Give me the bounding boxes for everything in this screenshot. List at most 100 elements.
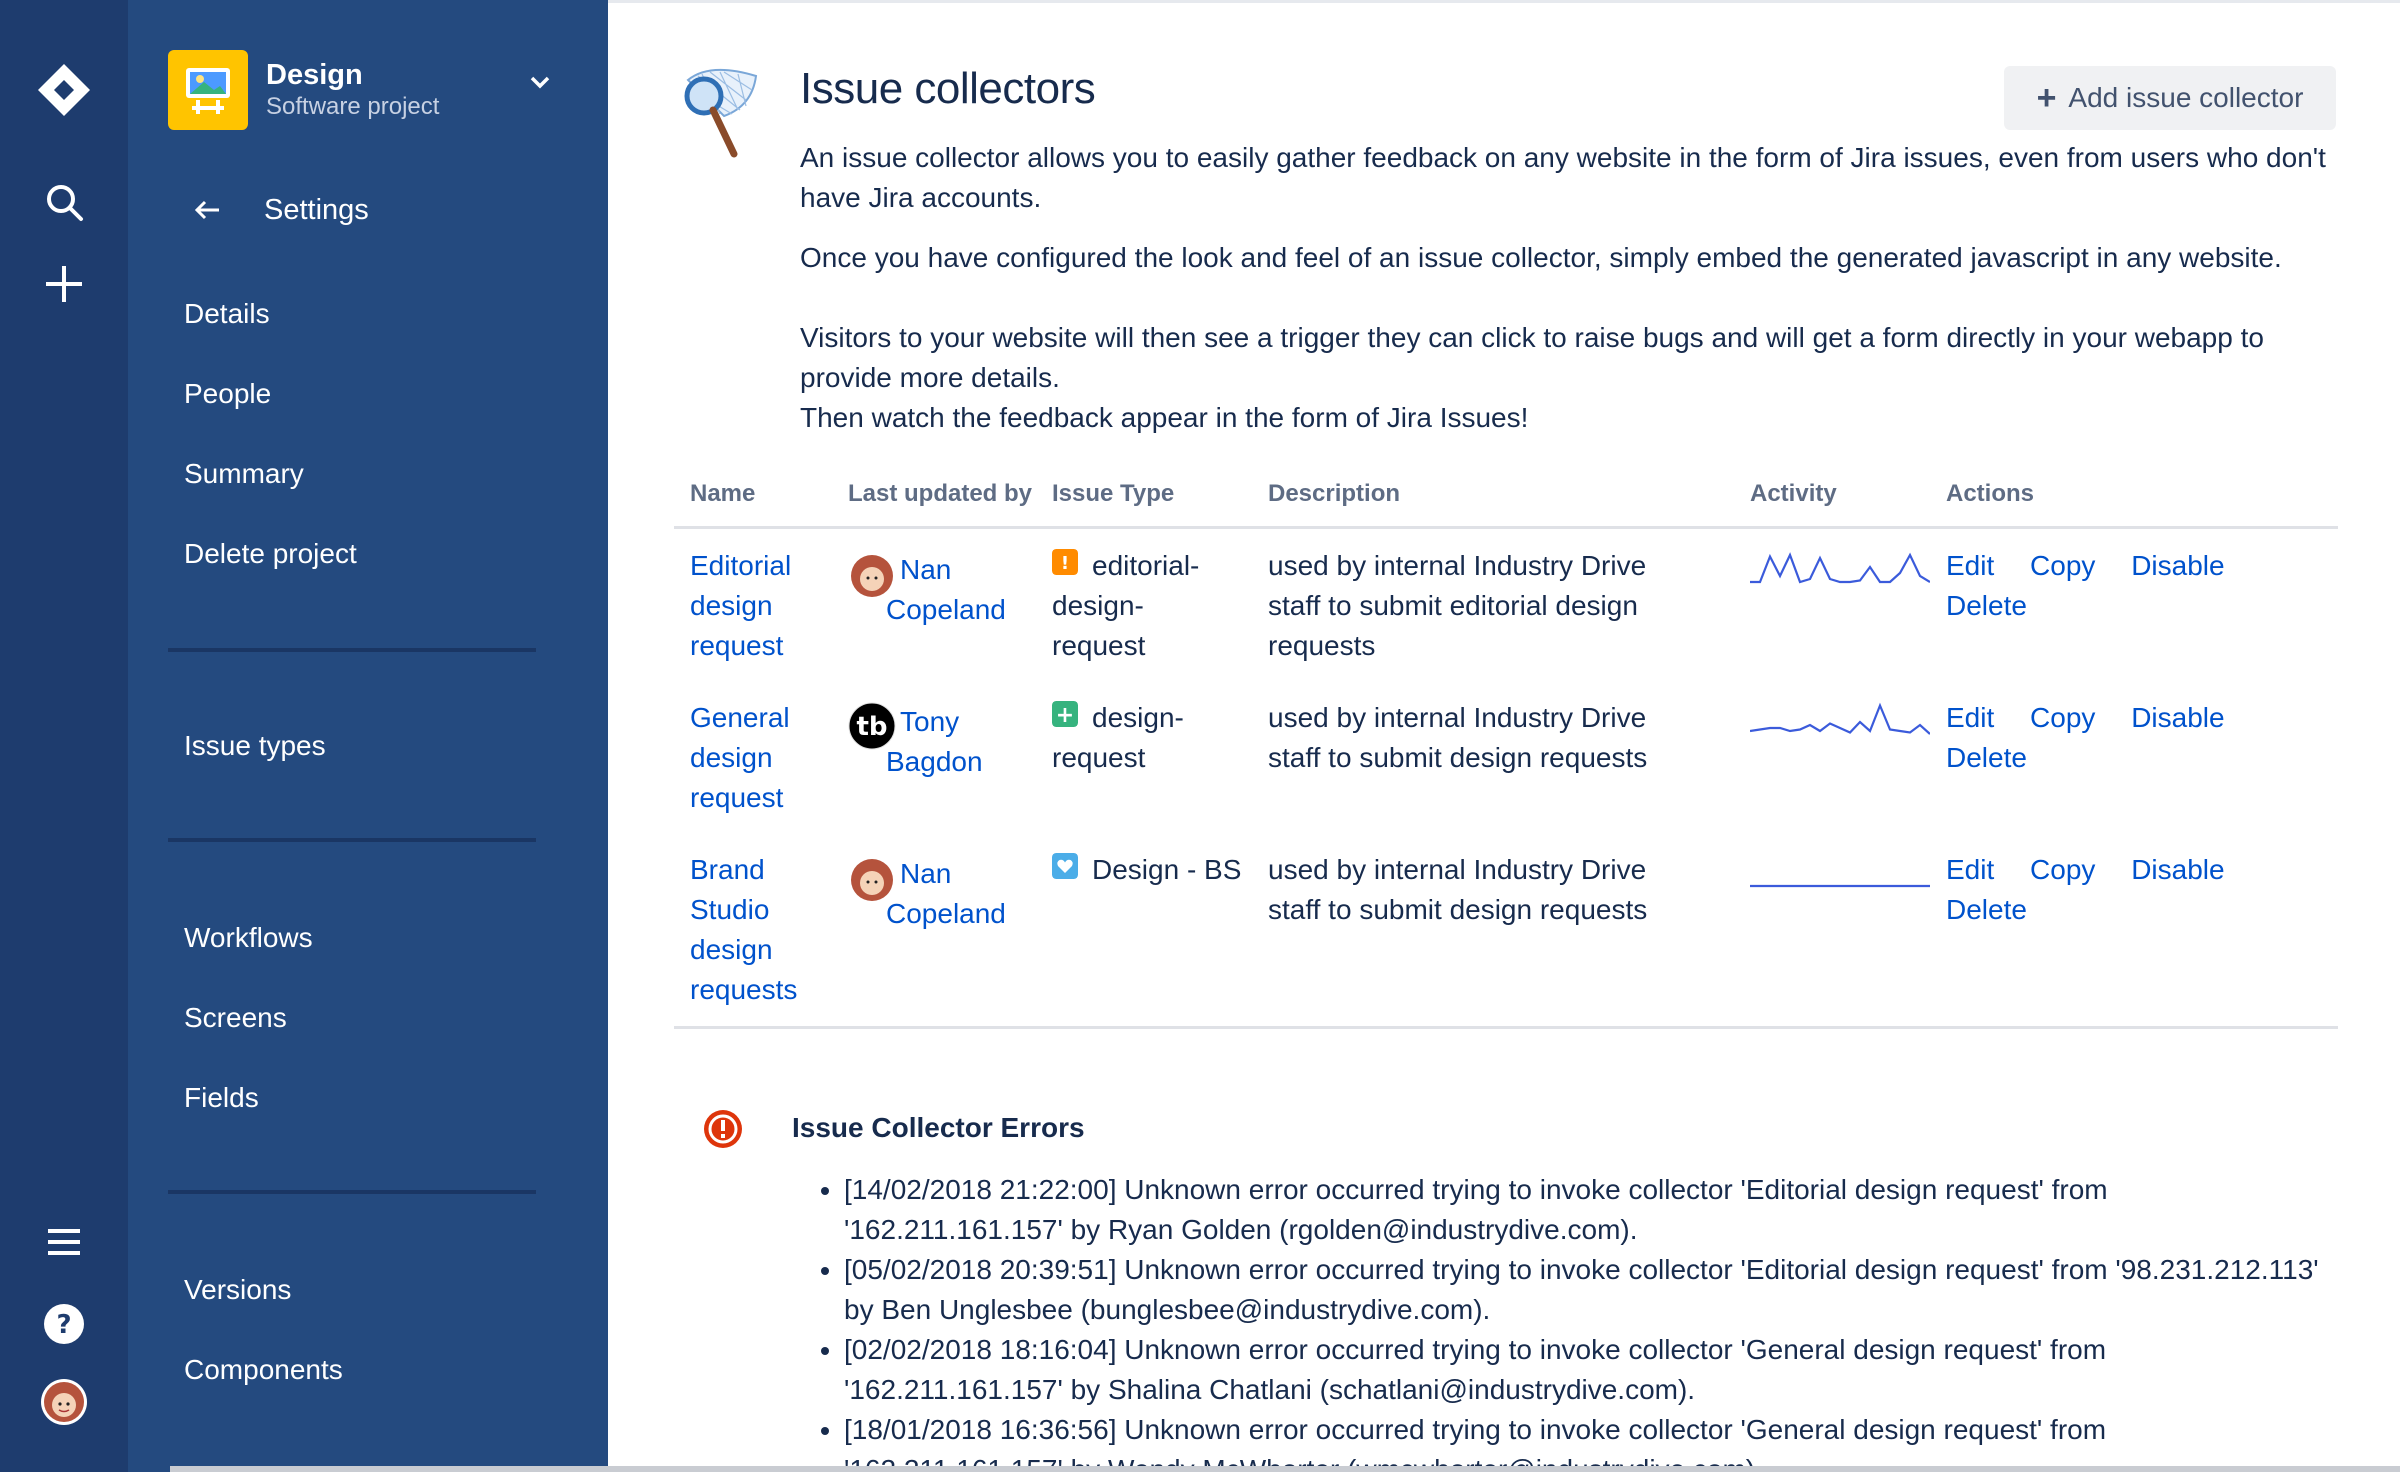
sidebar-item-components[interactable]: Components: [184, 1350, 564, 1390]
intro-paragraph: Then watch the feedback appear in the fo…: [800, 402, 1529, 433]
add-issue-collector-label: Add issue collector: [2068, 82, 2304, 113]
sidebar-divider: [168, 838, 536, 842]
delete-link[interactable]: Delete: [1946, 590, 2027, 621]
sidebar-item-people[interactable]: People: [184, 374, 564, 414]
search-icon[interactable]: [32, 170, 96, 234]
copy-link[interactable]: Copy: [2030, 854, 2095, 885]
edit-link[interactable]: Edit: [1946, 550, 1994, 581]
create-icon[interactable]: [32, 252, 96, 316]
menu-icon[interactable]: [32, 1210, 96, 1274]
collector-name-link[interactable]: Editorial design request: [690, 546, 791, 666]
arrow-left-icon: [188, 190, 228, 230]
error-item: [05/02/2018 20:39:51] Unknown error occu…: [844, 1250, 2324, 1330]
user-name-line: Tony: [900, 706, 960, 737]
issue-type-line: design-: [1092, 702, 1184, 733]
activity-sparkline: [1750, 884, 1930, 888]
disable-link[interactable]: Disable: [2131, 854, 2224, 885]
actions-cell: Edit Copy Disable Delete: [1946, 546, 2246, 626]
project-type: Software project: [266, 93, 440, 120]
description-line: staff to submit design requests: [1268, 894, 1648, 925]
sidebar-divider: [168, 1190, 536, 1194]
intro-paragraph: An issue collector allows you to easily …: [800, 142, 2326, 213]
sidebar-item-screens[interactable]: Screens: [184, 998, 564, 1038]
settings-back-link[interactable]: Settings: [188, 190, 369, 230]
collector-name-line: request: [690, 630, 784, 661]
collector-name-line: request: [690, 782, 784, 813]
intro-paragraph: Visitors to your website will then see a…: [800, 322, 2264, 393]
top-border: [608, 0, 2400, 3]
disable-link[interactable]: Disable: [2131, 550, 2224, 581]
project-avatar-icon: [168, 50, 248, 130]
collector-name-line: Editorial: [690, 550, 792, 581]
collector-name-link[interactable]: Brand Studio design requests: [690, 850, 797, 1010]
intro-paragraph: Once you have configured the look and fe…: [800, 242, 2282, 273]
actions-cell: Edit Copy Disable Delete: [1946, 850, 2246, 930]
user-name-line: Copeland: [886, 594, 1006, 625]
help-icon[interactable]: ?: [32, 1292, 96, 1356]
sidebar-item-details[interactable]: Details: [184, 294, 564, 334]
activity-sparkline: [1750, 702, 1930, 735]
copy-link[interactable]: Copy: [2030, 550, 2095, 581]
issue-type-cell: editorial- design- request: [1052, 546, 1199, 666]
user-link[interactable]: Nan Copeland: [886, 854, 1006, 934]
collector-name-line: design: [690, 934, 773, 965]
column-header-activity: Activity: [1750, 480, 1837, 507]
window-bottom-edge: [170, 1466, 2400, 1472]
delete-link[interactable]: Delete: [1946, 894, 2027, 925]
profile-avatar-icon[interactable]: [32, 1370, 96, 1434]
collector-name-line: Studio: [690, 894, 770, 925]
table-bottom-divider: [674, 1026, 2338, 1029]
error-item: [02/02/2018 18:16:04] Unknown error occu…: [844, 1330, 2324, 1410]
jira-logo-icon[interactable]: [32, 58, 96, 122]
collector-name-line: requests: [690, 974, 798, 1005]
edit-link[interactable]: Edit: [1946, 854, 1994, 885]
collector-name-line: General: [690, 702, 790, 733]
issue-collector-icon: [680, 66, 764, 167]
issue-type-line: request: [1052, 630, 1146, 661]
issue-type-line: editorial-: [1092, 550, 1200, 581]
description-cell: used by internal Industry Drive staff to…: [1268, 698, 1647, 778]
error-item: [18/01/2018 16:36:56] Unknown error occu…: [844, 1410, 2324, 1472]
user-name-line: Copeland: [886, 898, 1006, 929]
plus-icon: +: [2036, 78, 2057, 117]
activity-sparkline: [1750, 552, 1930, 584]
description-cell: used by internal Industry Drive staff to…: [1268, 850, 1647, 930]
settings-label: Settings: [264, 193, 369, 226]
error-section-title: Issue Collector Errors: [792, 1112, 1085, 1143]
user-link[interactable]: Nan Copeland: [886, 550, 1006, 630]
sidebar-item-delete-project[interactable]: Delete project: [184, 534, 564, 574]
svg-text:tb: tb: [856, 712, 887, 742]
collector-name-line: design: [690, 590, 773, 621]
edit-link[interactable]: Edit: [1946, 702, 1994, 733]
collector-name-link[interactable]: General design request: [690, 698, 790, 818]
sparkline-path: [1750, 552, 1930, 584]
issue-type-line: Design - BS: [1092, 854, 1242, 885]
issue-type-cell: Design - BS: [1052, 850, 1241, 890]
description-line: staff to submit design requests: [1268, 742, 1648, 773]
sidebar-item-versions[interactable]: Versions: [184, 1270, 564, 1310]
collector-name-line: Brand: [690, 854, 765, 885]
user-name-line: Bagdon: [886, 746, 983, 777]
sidebar-divider: [168, 648, 536, 652]
sidebar-item-workflows[interactable]: Workflows: [184, 918, 564, 958]
issue-type-line: request: [1052, 742, 1146, 773]
description-line: requests: [1268, 630, 1376, 661]
sidebar-item-issue-types[interactable]: Issue types: [184, 726, 564, 766]
error-item: [14/02/2018 21:22:00] Unknown error occu…: [844, 1170, 2324, 1250]
sidebar-item-fields[interactable]: Fields: [184, 1078, 564, 1118]
chevron-down-icon[interactable]: [530, 76, 550, 95]
disable-link[interactable]: Disable: [2131, 702, 2224, 733]
user-name-line: Nan: [900, 858, 952, 889]
project-sidebar: Design Software project Settings Details…: [128, 0, 608, 1472]
description-line: used by internal Industry Drive: [1268, 702, 1647, 733]
column-header-name: Name: [690, 480, 756, 507]
add-issue-collector-button[interactable]: + Add issue collector: [2004, 66, 2336, 130]
sidebar-item-summary[interactable]: Summary: [184, 454, 564, 494]
delete-link[interactable]: Delete: [1946, 742, 2027, 773]
user-link[interactable]: Tony Bagdon: [886, 702, 983, 782]
project-switcher[interactable]: Design Software project: [168, 50, 439, 130]
description-cell: used by internal Industry Drive staff to…: [1268, 546, 1646, 666]
actions-cell: Edit Copy Disable Delete: [1946, 698, 2246, 778]
error-list: [14/02/2018 21:22:00] Unknown error occu…: [844, 1170, 2324, 1472]
copy-link[interactable]: Copy: [2030, 702, 2095, 733]
